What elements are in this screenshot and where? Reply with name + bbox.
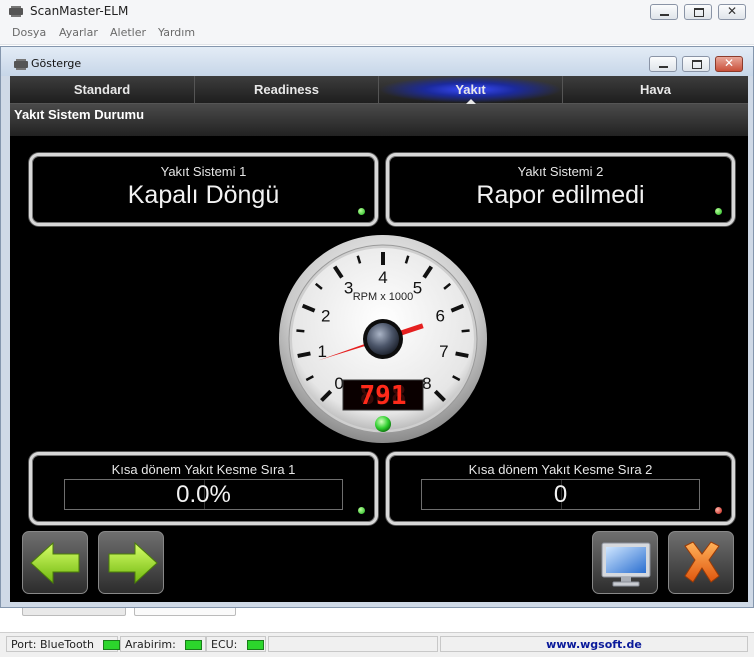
- port-value: BlueTooth: [40, 638, 94, 651]
- app-minimize-button[interactable]: [650, 4, 678, 20]
- statusbar: Port: BlueTooth Arabirim: ECU: www.wgsof…: [0, 632, 754, 657]
- fuel-system-2-value: Rapor edilmedi: [476, 181, 645, 209]
- forward-arrow-icon: [108, 541, 158, 585]
- fuel-system-2-label: Yakıt Sistemi 2: [517, 164, 604, 179]
- tab-yakit[interactable]: Yakıt: [379, 76, 563, 104]
- tachometer: 012345678 RPM x 1000 888 791: [278, 234, 488, 444]
- app-close-button[interactable]: [718, 4, 746, 20]
- port-led: [103, 640, 121, 650]
- minor-tick: [461, 329, 470, 333]
- tachometer-scale-label: 0: [334, 374, 343, 393]
- menu-ayarlar[interactable]: Ayarlar: [59, 26, 98, 39]
- tab-yakit-label: Yakıt: [455, 82, 486, 97]
- back-button[interactable]: [22, 531, 88, 594]
- major-tick: [297, 351, 311, 358]
- short-trim-2-status-led: [715, 507, 722, 514]
- interface-status: Arabirim:: [120, 636, 206, 652]
- short-trim-2-panel: Kısa dönem Yakıt Kesme Sıra 2 0: [386, 452, 735, 525]
- fuel-system-1-panel: Yakıt Sistemi 1 Kapalı Döngü: [29, 153, 378, 226]
- close-x-icon: [684, 541, 720, 583]
- tachometer-scale-label: 2: [321, 306, 330, 325]
- ecu-label: ECU:: [211, 638, 238, 651]
- tab-standard[interactable]: Standard: [10, 76, 195, 103]
- tachometer-hub: [367, 323, 399, 355]
- gauge-panel: Standard Readiness Yakıt Hava Yakıt Sist…: [10, 76, 748, 602]
- short-trim-2-label: Kısa dönem Yakıt Kesme Sıra 2: [468, 462, 653, 477]
- short-trim-1-label: Kısa dönem Yakıt Kesme Sıra 1: [111, 462, 296, 477]
- menu-aletler[interactable]: Aletler: [110, 26, 146, 39]
- menubar: Dosya Ayarlar Aletler Yardım: [0, 24, 754, 45]
- short-trim-1-field: 0.0%: [64, 479, 343, 510]
- menu-dosya[interactable]: Dosya: [12, 26, 46, 39]
- menu-yardim[interactable]: Yardım: [158, 26, 195, 39]
- interface-label: Arabirim:: [125, 638, 176, 651]
- interface-led: [185, 640, 203, 650]
- window-close-button[interactable]: [715, 56, 743, 72]
- tab-bar: Standard Readiness Yakıt Hava: [10, 76, 748, 104]
- ecu-status: ECU:: [206, 636, 266, 652]
- tachometer-scale-label: 5: [413, 278, 422, 297]
- website-link[interactable]: www.wgsoft.de: [440, 636, 748, 652]
- fuel-system-1-status-led: [358, 208, 365, 215]
- section-title: Yakıt Sistem Durumu: [14, 107, 145, 122]
- tachometer-scale-label: 7: [439, 342, 448, 361]
- gauge-window: Gösterge Standard Readiness Yakıt Hava Y…: [0, 46, 754, 608]
- short-trim-1-value: 0.0%: [176, 481, 231, 508]
- short-trim-1-status-led: [358, 507, 365, 514]
- tachometer-dial: 012345678 RPM x 1000 888 791: [279, 235, 487, 443]
- section-header: Yakıt Sistem Durumu: [10, 104, 748, 136]
- fuel-system-1-label: Yakıt Sistemi 1: [160, 164, 247, 179]
- app-title: ScanMaster-ELM: [30, 4, 129, 18]
- window-maximize-button[interactable]: [682, 56, 710, 72]
- fuel-system-1-value: Kapalı Döngü: [127, 181, 280, 209]
- minor-tick: [296, 329, 305, 333]
- monitor-icon: [601, 542, 651, 587]
- port-label: Port:: [11, 638, 37, 651]
- exit-button[interactable]: [668, 531, 734, 594]
- major-tick: [455, 351, 469, 358]
- tachometer-scale-label: 1: [317, 342, 326, 361]
- app-titlebar: ScanMaster-ELM: [0, 0, 754, 24]
- port-status: Port: BlueTooth: [6, 636, 121, 652]
- tachometer-scale-label: 4: [378, 268, 387, 287]
- tachometer-scale-label: 8: [422, 374, 431, 393]
- tab-hava[interactable]: Hava: [563, 76, 748, 103]
- back-arrow-icon: [30, 541, 80, 585]
- short-trim-2-value: 0: [553, 481, 568, 508]
- window-minimize-button[interactable]: [649, 56, 677, 72]
- tachometer-unit-label: RPM x 1000: [353, 291, 414, 303]
- short-trim-1-panel: Kısa dönem Yakıt Kesme Sıra 1 0.0%: [29, 452, 378, 525]
- status-empty-cell: [268, 636, 438, 652]
- tab-readiness[interactable]: Readiness: [195, 76, 379, 103]
- window-icon: [14, 59, 28, 70]
- digital-readout: 791: [360, 381, 407, 411]
- gauge-window-title: Gösterge: [31, 57, 82, 70]
- monitor-button[interactable]: [592, 531, 658, 594]
- tachometer-status-led: [375, 416, 391, 432]
- fuel-system-2-panel: Yakıt Sistemi 2 Rapor edilmedi: [386, 153, 735, 226]
- fuel-system-2-status-led: [715, 208, 722, 215]
- app-icon: [9, 6, 23, 17]
- short-trim-2-field: 0: [421, 479, 700, 510]
- forward-button[interactable]: [98, 531, 164, 594]
- tachometer-scale-label: 6: [436, 306, 445, 325]
- gauge-window-titlebar: Gösterge: [1, 47, 753, 76]
- app-maximize-button[interactable]: [684, 4, 712, 20]
- ecu-led: [246, 640, 264, 650]
